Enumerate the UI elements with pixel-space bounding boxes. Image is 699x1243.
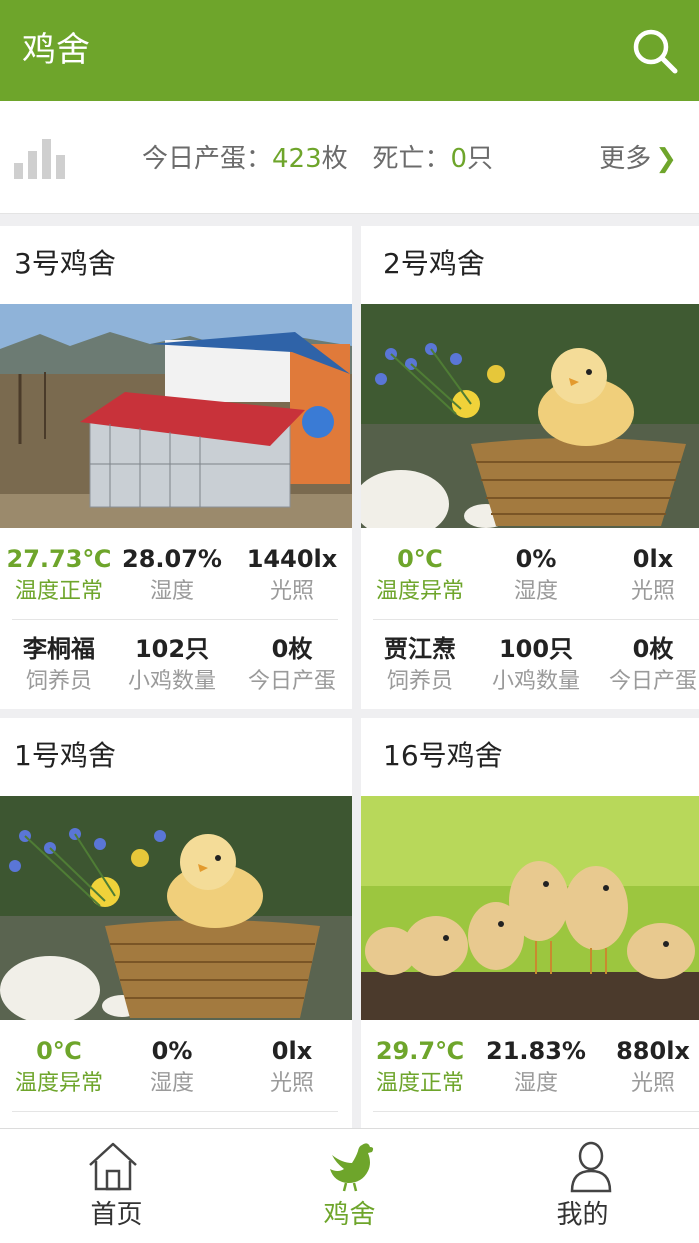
temperature-status: 温度正常 — [375, 1071, 464, 1096]
nav-label: 鸡舍 — [323, 1200, 376, 1230]
chick-basket-photo — [0, 796, 352, 1020]
chick-count: 102只 — [134, 635, 210, 663]
keeper-name: 李桐福 — [23, 635, 95, 663]
death-label: 死亡： — [372, 144, 451, 174]
egg-label: 今日产蛋： — [142, 144, 273, 174]
eggs-today: 0枚 — [632, 635, 674, 663]
keeper-name: 贾江焘 — [384, 635, 456, 663]
eggs-today: 0枚 — [271, 635, 313, 663]
humidity-label: 湿度 — [149, 1071, 194, 1096]
humidity-label: 湿度 — [513, 1071, 558, 1096]
temperature-value: 0℃ — [397, 545, 443, 573]
keeper-label: 饲养员 — [25, 669, 92, 694]
humidity-value: 0% — [515, 545, 557, 573]
temperature-status: 温度正常 — [14, 579, 103, 604]
light-value: 880lx — [616, 1037, 690, 1065]
temperature-value: 27.73℃ — [6, 545, 112, 573]
daily-summary-bar: 今日产蛋：423枚 死亡：0只 更多 ❯ — [0, 101, 699, 214]
humidity-label: 湿度 — [513, 579, 558, 604]
sensor-row: 0℃ 温度异常 0% 湿度 0lx 光照 — [361, 542, 699, 622]
page-title: 鸡舍 — [22, 30, 90, 70]
coop-name: 1号鸡舍 — [14, 739, 116, 772]
sensor-row: 29.7℃ 温度正常 21.83% 湿度 880lx 光照 — [361, 1034, 699, 1114]
chick-basket-photo — [361, 304, 699, 528]
coop-card[interactable]: 2号鸡舍 0℃ 温度异常 0% 湿度 0lx 光照 贾江焘 饲养员 100只 小… — [361, 226, 699, 709]
death-count: 0 — [450, 144, 468, 174]
coop-name: 3号鸡舍 — [14, 247, 116, 280]
temperature-status: 温度异常 — [14, 1071, 103, 1096]
info-row: 李桐福 饲养员 102只 小鸡数量 0枚 今日产蛋 — [0, 632, 352, 709]
temperature-value: 0℃ — [36, 1037, 82, 1065]
more-button[interactable]: 更多 ❯ — [599, 139, 677, 179]
chicken-icon — [326, 1139, 380, 1193]
user-icon — [564, 1139, 618, 1193]
eggs-today-label: 今日产蛋 — [608, 669, 697, 694]
coop-house-photo — [0, 304, 352, 528]
chick-count-label: 小鸡数量 — [127, 669, 216, 694]
divider — [12, 619, 338, 620]
more-label: 更多 — [599, 144, 652, 174]
light-label: 光照 — [269, 579, 314, 604]
light-value: 0lx — [632, 545, 674, 573]
humidity-value: 0% — [151, 1037, 193, 1065]
bar-chart-icon[interactable] — [14, 137, 72, 179]
keeper-label: 饲养员 — [386, 669, 453, 694]
light-label: 光照 — [630, 579, 675, 604]
sensor-row: 0℃ 温度异常 0% 湿度 0lx 光照 — [0, 1034, 352, 1114]
divider — [373, 619, 699, 620]
nav-item-coop[interactable]: 鸡舍 — [233, 1129, 466, 1243]
nav-item-home[interactable]: 首页 — [0, 1129, 233, 1243]
divider — [12, 1111, 338, 1112]
nav-label: 我的 — [556, 1200, 609, 1230]
summary-text: 今日产蛋：423枚 死亡：0只 — [142, 139, 493, 179]
coop-card[interactable]: 1号鸡舍 0℃ 温度异常 0% 湿度 0lx 光照 — [0, 718, 352, 1128]
egg-count: 423 — [272, 144, 322, 174]
temperature-value: 29.7℃ — [375, 1037, 465, 1065]
humidity-value: 21.83% — [486, 1037, 586, 1065]
egg-unit: 枚 — [321, 144, 348, 174]
eggs-today-label: 今日产蛋 — [247, 669, 336, 694]
chevron-right-icon: ❯ — [655, 144, 677, 174]
coop-name: 2号鸡舍 — [383, 247, 485, 280]
death-unit: 只 — [467, 144, 494, 174]
chick-count-label: 小鸡数量 — [491, 669, 580, 694]
light-label: 光照 — [269, 1071, 314, 1096]
nav-item-profile[interactable]: 我的 — [466, 1129, 699, 1243]
bottom-nav: 首页 鸡舍 我的 — [0, 1128, 699, 1243]
coop-name: 16号鸡舍 — [383, 739, 503, 772]
humidity-label: 湿度 — [149, 579, 194, 604]
light-label: 光照 — [630, 1071, 675, 1096]
divider — [373, 1111, 699, 1112]
coop-card[interactable]: 16号鸡舍 29.7℃ 温度正常 21.83% 湿度 880lx 光照 — [361, 718, 699, 1128]
sensor-row: 27.73℃ 温度正常 28.07% 湿度 1440lx 光照 — [0, 542, 352, 622]
humidity-value: 28.07% — [122, 545, 222, 573]
light-value: 1440lx — [246, 545, 338, 573]
info-row: 贾江焘 饲养员 100只 小鸡数量 0枚 今日产蛋 — [361, 632, 699, 709]
chick-count: 100只 — [498, 635, 574, 663]
coop-card[interactable]: 3号鸡舍 27.73℃ 温度正常 28.07% 湿度 1440lx 光照 李桐福… — [0, 226, 352, 709]
chicks-on-log-photo — [361, 796, 699, 1020]
home-icon — [86, 1139, 140, 1193]
light-value: 0lx — [271, 1037, 313, 1065]
search-icon[interactable] — [631, 27, 679, 75]
app-header: 鸡舍 — [0, 0, 699, 101]
nav-label: 首页 — [90, 1200, 143, 1230]
temperature-status: 温度异常 — [375, 579, 464, 604]
